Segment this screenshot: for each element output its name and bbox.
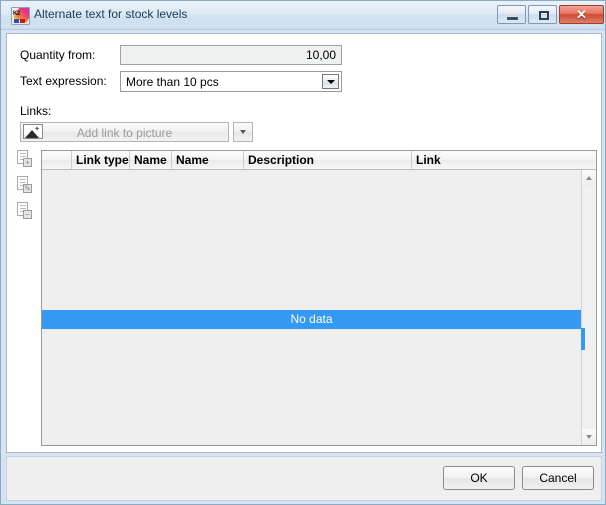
- close-button[interactable]: ✕: [559, 5, 604, 24]
- chevron-down-icon: [326, 79, 335, 84]
- scrollbar-position-marker: [581, 328, 585, 350]
- quantity-from-label: Quantity from:: [20, 48, 96, 62]
- add-link-to-picture-label: Add link to picture: [76, 126, 173, 140]
- column-header-select[interactable]: [42, 151, 72, 169]
- add-link-dropdown-button[interactable]: [233, 122, 253, 142]
- text-expression-combobox[interactable]: More than 10 pcs: [120, 71, 342, 92]
- maximize-icon: [539, 11, 549, 20]
- window-controls: ✕: [497, 5, 604, 24]
- scroll-down-icon: [586, 435, 592, 439]
- new-record-icon[interactable]: +: [17, 150, 32, 167]
- column-header-name-1[interactable]: Name: [130, 151, 172, 169]
- edit-record-badge: ✎: [23, 184, 32, 193]
- column-header-link-type[interactable]: Link type: [72, 151, 130, 169]
- column-header-name-2[interactable]: Name: [172, 151, 244, 169]
- add-link-to-picture-button[interactable]: ✦ Add link to picture: [20, 122, 229, 142]
- ok-button[interactable]: OK: [443, 466, 515, 490]
- close-icon: ✕: [576, 7, 587, 22]
- no-data-row[interactable]: No data: [42, 310, 581, 329]
- scrollbar-down-button[interactable]: [582, 429, 596, 445]
- links-grid: Link type Name Name Description Link No …: [41, 150, 597, 446]
- cancel-button[interactable]: Cancel: [522, 466, 594, 490]
- record-actions-gutter: + ✎ −: [15, 150, 39, 446]
- minimize-button[interactable]: [497, 5, 526, 24]
- minimize-icon: [507, 17, 518, 20]
- text-expression-label: Text expression:: [20, 74, 107, 88]
- chevron-down-icon: [240, 130, 246, 134]
- dialog-window: K2 Alternate text for stock levels ✕ Qua…: [0, 0, 606, 505]
- app-logo-icon: K2: [11, 7, 30, 25]
- quantity-from-input[interactable]: 10,00: [120, 45, 342, 65]
- links-grid-header: Link type Name Name Description Link: [42, 151, 596, 170]
- title-bar: K2 Alternate text for stock levels ✕: [1, 1, 605, 30]
- links-label: Links:: [20, 104, 52, 118]
- edit-record-icon[interactable]: ✎: [17, 176, 32, 193]
- delete-record-icon[interactable]: −: [17, 202, 32, 219]
- column-header-link[interactable]: Link: [412, 151, 583, 169]
- dialog-client-area: Quantity from: 10,00 Text expression: Mo…: [6, 33, 602, 453]
- delete-record-badge: −: [23, 210, 32, 219]
- dialog-footer: OK Cancel: [6, 456, 602, 501]
- scrollbar-up-button[interactable]: [582, 170, 596, 186]
- text-expression-value: More than 10 pcs: [126, 75, 219, 89]
- new-record-badge: +: [23, 158, 32, 167]
- window-title: Alternate text for stock levels: [34, 7, 188, 21]
- links-grid-body: No data: [42, 170, 581, 445]
- scroll-up-icon: [586, 176, 592, 180]
- text-expression-dropdown-button[interactable]: [322, 74, 339, 89]
- links-grid-scrollbar[interactable]: [581, 170, 596, 445]
- maximize-button[interactable]: [528, 5, 557, 24]
- column-header-description[interactable]: Description: [244, 151, 412, 169]
